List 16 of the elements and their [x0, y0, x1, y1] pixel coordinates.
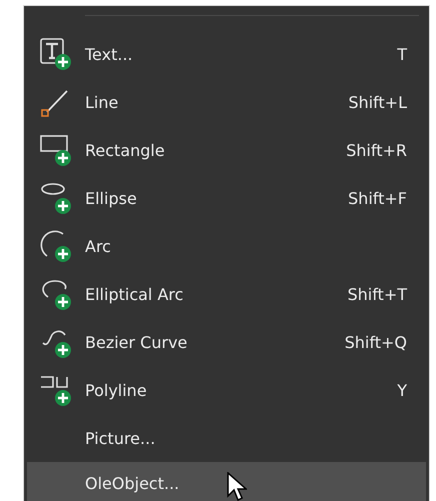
menu-item[interactable]: Ellipse Shift+F	[27, 174, 426, 222]
menu-item[interactable]: Arc	[27, 222, 426, 270]
ellipse-icon	[39, 181, 73, 215]
mouse-cursor-icon	[227, 472, 247, 501]
rectangle-icon	[39, 133, 73, 167]
menu-item[interactable]: OleObject...	[27, 462, 426, 501]
menu-item[interactable]: Rectangle Shift+R	[27, 126, 426, 174]
menu-item[interactable]: Text... T	[27, 30, 426, 78]
menu-item[interactable]: Bezier Curve Shift+Q	[27, 318, 426, 366]
menu-item[interactable]: Elliptical Arc Shift+T	[27, 270, 426, 318]
text-tool-icon	[39, 37, 73, 71]
menu-item[interactable]: Picture...	[27, 414, 426, 462]
arc-icon	[39, 229, 73, 263]
polyline-icon	[39, 373, 73, 407]
menu-item[interactable]: Line Shift+L	[27, 78, 426, 126]
menu-item[interactable]: Polyline Y	[27, 366, 426, 414]
